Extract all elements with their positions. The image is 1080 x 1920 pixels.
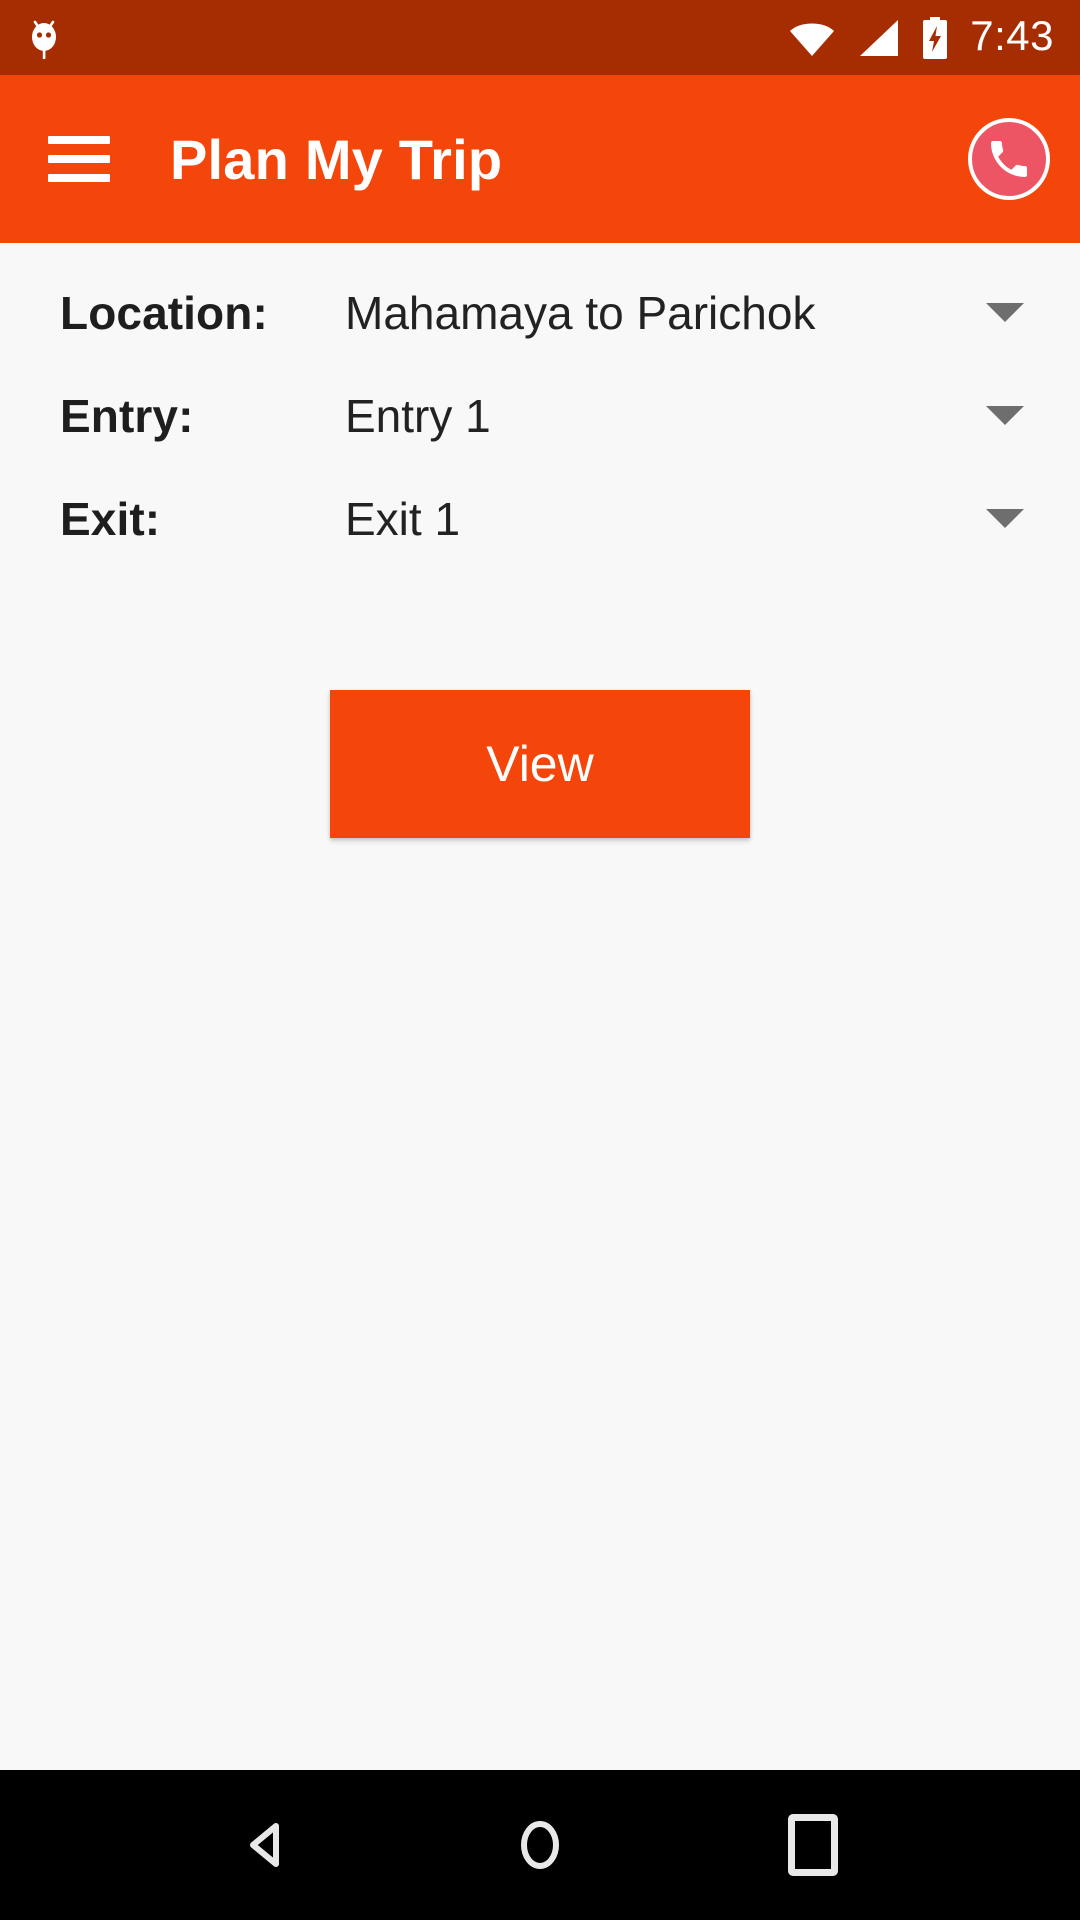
page-title: Plan My Trip xyxy=(170,127,503,191)
status-bar-clock: 7:43 xyxy=(970,12,1054,59)
hamburger-menu-icon[interactable] xyxy=(48,136,110,182)
chevron-down-icon[interactable] xyxy=(986,303,1024,322)
phone-call-icon xyxy=(985,135,1033,183)
call-button[interactable] xyxy=(968,118,1050,200)
main-content: Location: Mahamaya to Parichok Entry: En… xyxy=(0,243,1080,1770)
chevron-down-icon[interactable] xyxy=(986,509,1024,528)
location-label: Location: xyxy=(60,286,268,339)
entry-label: Entry: xyxy=(60,389,194,442)
home-circle-icon xyxy=(509,1814,571,1876)
hamburger-bar xyxy=(48,136,110,144)
entry-spinner-value[interactable]: Entry 1 xyxy=(345,389,980,443)
action-area: View xyxy=(0,690,1080,838)
android-bug-icon xyxy=(24,15,64,61)
location-spinner-value[interactable]: Mahamaya to Parichok xyxy=(345,286,980,340)
hamburger-bar xyxy=(48,174,110,182)
hamburger-bar xyxy=(48,155,110,163)
cellular-signal-icon xyxy=(856,18,900,58)
home-button[interactable] xyxy=(485,1790,595,1900)
status-bar: 7:43 xyxy=(0,0,1080,75)
app-screen: 7:43 Plan My Trip Location: Mahamaya to … xyxy=(0,0,1080,1920)
wifi-icon xyxy=(788,18,836,58)
battery-charging-icon xyxy=(920,16,950,60)
chevron-down-icon[interactable] xyxy=(986,406,1024,425)
form-row-exit[interactable]: Exit: Exit 1 xyxy=(0,467,1080,570)
status-bar-indicators: 7:43 xyxy=(788,15,1054,60)
recents-button[interactable] xyxy=(758,1790,868,1900)
recents-square-icon xyxy=(788,1814,839,1876)
view-button[interactable]: View xyxy=(330,690,750,838)
status-bar-notifications xyxy=(24,15,64,61)
exit-label: Exit: xyxy=(60,492,161,545)
back-button[interactable] xyxy=(212,1790,322,1900)
form-row-location[interactable]: Location: Mahamaya to Parichok xyxy=(0,261,1080,364)
form-row-entry[interactable]: Entry: Entry 1 xyxy=(0,364,1080,467)
exit-spinner-value[interactable]: Exit 1 xyxy=(345,492,980,546)
android-navigation-bar xyxy=(0,1770,1080,1920)
app-bar: Plan My Trip xyxy=(0,75,1080,243)
back-triangle-icon xyxy=(236,1814,298,1876)
